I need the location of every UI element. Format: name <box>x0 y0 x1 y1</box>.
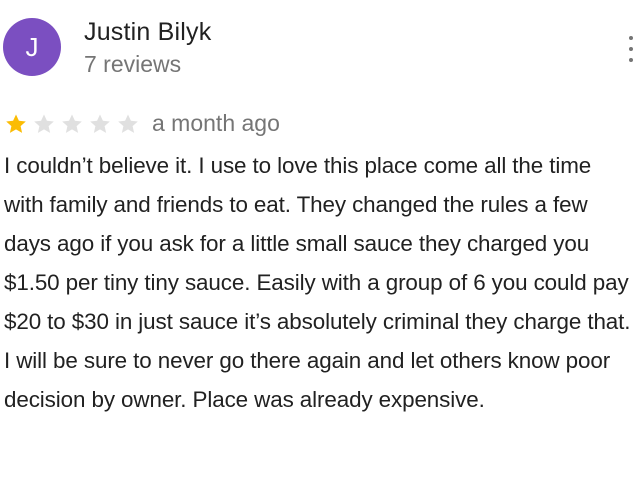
review-text: I couldn’t believe it. I use to love thi… <box>4 153 631 412</box>
rating-row: a month ago <box>4 109 280 137</box>
more-options-button[interactable] <box>627 36 635 62</box>
avatar-initial: J <box>25 31 39 62</box>
review-time: a month ago <box>152 109 280 136</box>
reviewer-name[interactable]: Justin Bilyk <box>84 18 211 47</box>
star-empty-icon <box>62 114 82 133</box>
more-vert-icon <box>629 36 633 40</box>
star-empty-icon <box>34 114 54 133</box>
star-rating <box>4 112 144 136</box>
review-count[interactable]: 7 reviews <box>84 51 181 78</box>
review-card: J Justin Bilyk 7 reviews a month ago I c… <box>0 0 637 478</box>
avatar[interactable]: J <box>3 18 61 76</box>
star-empty-icon <box>90 114 110 133</box>
star-empty-icon <box>118 114 138 133</box>
more-vert-icon-dot <box>629 58 633 62</box>
star-filled-icon <box>6 114 26 133</box>
more-vert-icon-dot <box>629 47 633 51</box>
